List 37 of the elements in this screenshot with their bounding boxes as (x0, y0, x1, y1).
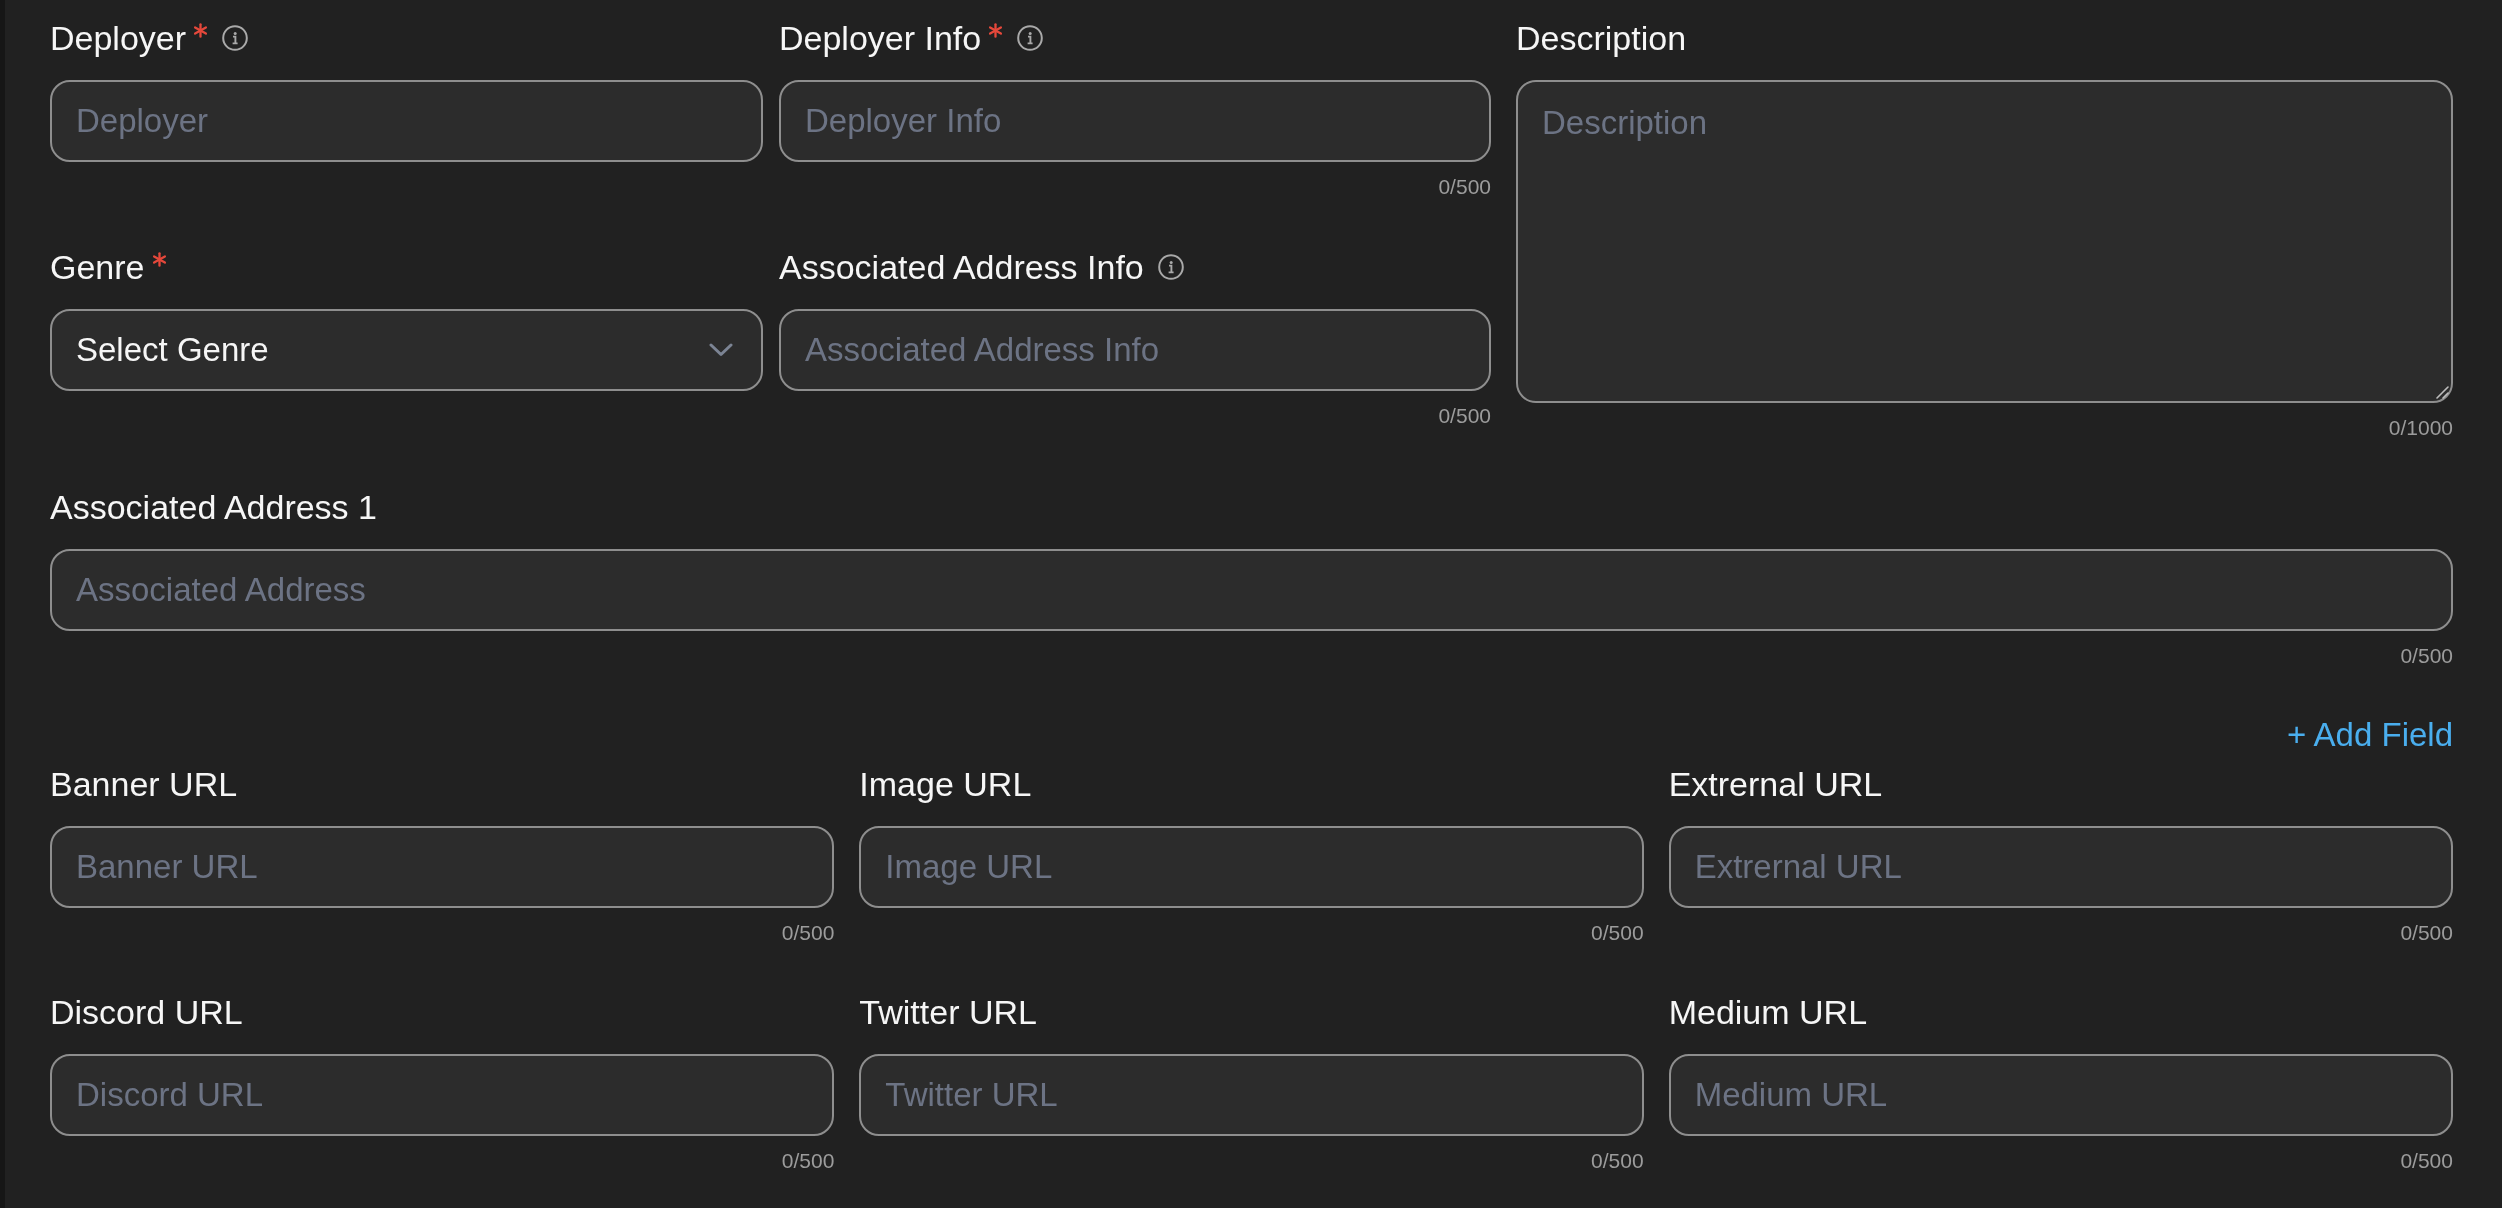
character-counter: 0/500 (2400, 922, 2453, 944)
input-field[interactable]: Deployer (50, 80, 763, 162)
field-label: Deployer (50, 18, 187, 58)
textarea-field[interactable]: Description (1516, 80, 2453, 403)
input-field[interactable]: Extrernal URL (1668, 826, 2453, 908)
add-field-link[interactable]: + Add Field (2286, 715, 2453, 755)
field-label: Associated Address 1 (50, 487, 377, 527)
field-label: Medium URL (1668, 992, 1868, 1032)
character-counter: 0/1000 (2388, 417, 2453, 439)
input-field[interactable]: Image URL (859, 826, 1644, 908)
character-counter: 0/500 (1438, 176, 1491, 198)
field-label: Discord URL (50, 992, 243, 1032)
character-counter: 0/500 (2400, 645, 2453, 667)
input-field[interactable]: Banner URL (50, 826, 835, 908)
field-label: Extrernal URL (1668, 764, 1883, 804)
field-label: Description (1516, 18, 1687, 58)
field-label: Banner URL (50, 764, 238, 804)
input-field[interactable]: Discord URL (50, 1054, 835, 1136)
field-label: Twitter URL (859, 992, 1037, 1032)
input-field[interactable]: Deployer Info (779, 80, 1491, 162)
field-label: Image URL (859, 764, 1032, 804)
character-counter: 0/500 (2400, 1150, 2453, 1172)
field-label: Deployer Info (779, 18, 982, 58)
character-counter: 0/500 (781, 922, 835, 944)
field-label: Associated Address Info (779, 247, 1144, 287)
character-counter: 0/500 (1591, 922, 1644, 944)
input-field[interactable]: Medium URL (1668, 1054, 2453, 1136)
resize-handle-icon (2435, 385, 2449, 399)
select-dropdown[interactable]: Select Genre (50, 309, 763, 391)
input-field[interactable]: Associated Address (50, 549, 2453, 631)
character-counter: 0/500 (1438, 405, 1491, 427)
input-field[interactable]: Associated Address Info (779, 309, 1491, 391)
field-label: Genre (50, 247, 145, 287)
character-counter: 0/500 (1591, 1150, 1644, 1172)
chevron-down-icon (709, 343, 733, 357)
character-counter: 0/500 (781, 1150, 835, 1172)
input-field[interactable]: Twitter URL (859, 1054, 1644, 1136)
